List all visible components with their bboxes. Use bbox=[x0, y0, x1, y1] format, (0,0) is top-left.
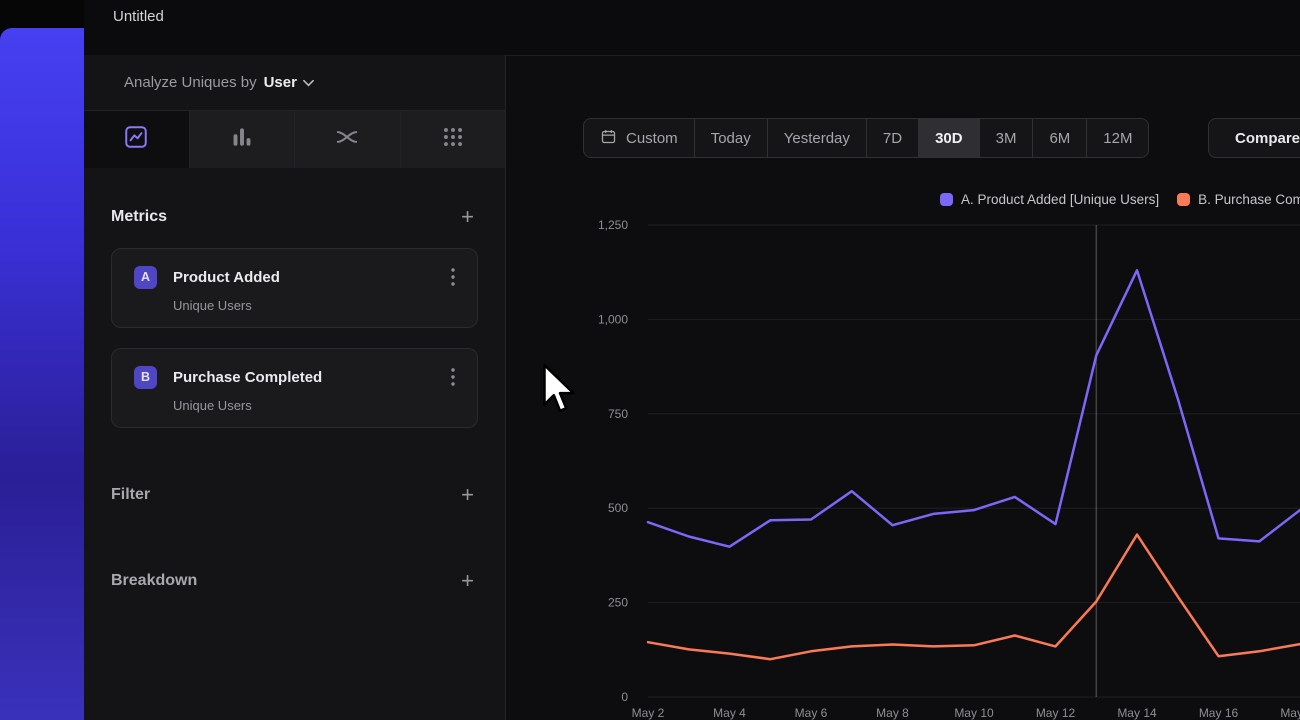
svg-text:May 6: May 6 bbox=[795, 706, 828, 720]
legend-item-series-a[interactable]: A. Product Added [Unique Users] bbox=[940, 192, 1159, 207]
metric-name: Product Added bbox=[173, 269, 445, 286]
breakdown-title: Breakdown bbox=[111, 572, 197, 590]
svg-text:May 12: May 12 bbox=[1036, 706, 1076, 720]
range-label: 7D bbox=[883, 130, 902, 147]
filter-title: Filter bbox=[111, 486, 150, 504]
analyze-row: Analyze Uniques by User bbox=[84, 55, 505, 111]
chevron-down-icon bbox=[303, 74, 314, 91]
flows-icon bbox=[334, 124, 360, 155]
metric-badge: B bbox=[134, 366, 157, 389]
tab-flows[interactable] bbox=[295, 111, 401, 168]
report-title: Untitled bbox=[113, 8, 164, 25]
analyze-by-value: User bbox=[264, 74, 297, 91]
tab-retention-grid[interactable] bbox=[401, 111, 506, 168]
range-label: 3M bbox=[996, 130, 1017, 147]
line-chart-plot[interactable]: 0 250 500 750 1,000 1,250 May 2 May 4 May 6 May 8… bbox=[506, 211, 1300, 720]
metric-card-product-added[interactable]: A Product Added Unique Users bbox=[111, 248, 478, 328]
range-custom-button[interactable]: Custom bbox=[584, 119, 694, 157]
svg-text:750: 750 bbox=[608, 407, 628, 421]
retention-grid-icon bbox=[440, 124, 466, 155]
svg-text:1,000: 1,000 bbox=[598, 312, 628, 326]
series-a-swatch bbox=[940, 193, 953, 206]
range-30d-button[interactable]: 30D bbox=[918, 119, 979, 157]
series-a-label: A. Product Added [Unique Users] bbox=[961, 192, 1159, 207]
svg-text:250: 250 bbox=[608, 596, 628, 610]
bar-chart-icon bbox=[229, 124, 255, 155]
legend-item-series-b[interactable]: B. Purchase Completed [Unique Users] bbox=[1177, 192, 1300, 207]
add-filter-button[interactable]: + bbox=[457, 484, 478, 506]
range-label: 6M bbox=[1049, 130, 1070, 147]
svg-text:May 14: May 14 bbox=[1117, 706, 1157, 720]
metric-options-kebab-icon[interactable] bbox=[445, 364, 461, 390]
series-b-label: B. Purchase Completed [Unique Users] bbox=[1198, 192, 1300, 207]
query-sidebar: Analyze Uniques by User bbox=[84, 55, 506, 720]
range-7d-button[interactable]: 7D bbox=[866, 119, 918, 157]
range-label: Yesterday bbox=[784, 130, 850, 147]
compare-button[interactable]: Compare bbox=[1208, 118, 1300, 158]
date-range-segmented-control: Custom Today Yesterday 7D 30D 3M 6M 12M bbox=[583, 118, 1149, 158]
date-range-toolbar: Custom Today Yesterday 7D 30D 3M 6M 12M bbox=[583, 118, 1149, 158]
metric-badge: A bbox=[134, 266, 157, 289]
add-breakdown-button[interactable]: + bbox=[457, 570, 478, 592]
svg-text:May 10: May 10 bbox=[954, 706, 994, 720]
svg-text:0: 0 bbox=[621, 690, 628, 704]
tab-line-chart[interactable] bbox=[84, 111, 190, 168]
line-chart-icon bbox=[123, 124, 149, 155]
svg-text:May 4: May 4 bbox=[713, 706, 746, 720]
analyze-label: Analyze Uniques by bbox=[124, 74, 257, 91]
metric-measurement: Unique Users bbox=[173, 298, 461, 313]
calendar-icon bbox=[600, 128, 617, 149]
metric-measurement: Unique Users bbox=[173, 398, 461, 413]
svg-text:May 18: May 18 bbox=[1280, 706, 1300, 720]
range-label: 30D bbox=[935, 130, 963, 147]
report-header: Untitled bbox=[84, 0, 1300, 55]
metric-name: Purchase Completed bbox=[173, 369, 445, 386]
filter-section-header: Filter + bbox=[111, 484, 478, 506]
svg-text:May 8: May 8 bbox=[876, 706, 909, 720]
chart-type-tabs bbox=[84, 111, 505, 168]
range-3m-button[interactable]: 3M bbox=[979, 119, 1033, 157]
metrics-section-header: Metrics + bbox=[111, 206, 478, 228]
app-window: Untitled Analyze Uniques by User bbox=[0, 0, 1300, 720]
metrics-title: Metrics bbox=[111, 208, 167, 226]
range-label: Custom bbox=[626, 130, 678, 147]
chart-legend: A. Product Added [Unique Users] B. Purch… bbox=[940, 192, 1300, 207]
tab-bar-chart[interactable] bbox=[190, 111, 296, 168]
range-yesterday-button[interactable]: Yesterday bbox=[767, 119, 866, 157]
analyze-by-dropdown[interactable]: User bbox=[264, 74, 314, 91]
decorative-gradient bbox=[0, 28, 84, 720]
range-6m-button[interactable]: 6M bbox=[1032, 119, 1086, 157]
sidebar-content: Metrics + A Product Added Unique Users bbox=[84, 206, 505, 592]
svg-text:May 2: May 2 bbox=[632, 706, 665, 720]
breakdown-section-header: Breakdown + bbox=[111, 570, 478, 592]
metric-options-kebab-icon[interactable] bbox=[445, 264, 461, 290]
series-b-swatch bbox=[1177, 193, 1190, 206]
svg-text:1,250: 1,250 bbox=[598, 218, 628, 232]
add-metric-button[interactable]: + bbox=[457, 206, 478, 228]
range-label: 12M bbox=[1103, 130, 1132, 147]
range-label: Today bbox=[711, 130, 751, 147]
metric-card-purchase-completed[interactable]: B Purchase Completed Unique Users bbox=[111, 348, 478, 428]
svg-text:May 16: May 16 bbox=[1199, 706, 1239, 720]
range-today-button[interactable]: Today bbox=[694, 119, 767, 157]
range-12m-button[interactable]: 12M bbox=[1086, 119, 1148, 157]
svg-text:500: 500 bbox=[608, 501, 628, 515]
chart-panel: Custom Today Yesterday 7D 30D 3M 6M 12M … bbox=[506, 55, 1300, 720]
